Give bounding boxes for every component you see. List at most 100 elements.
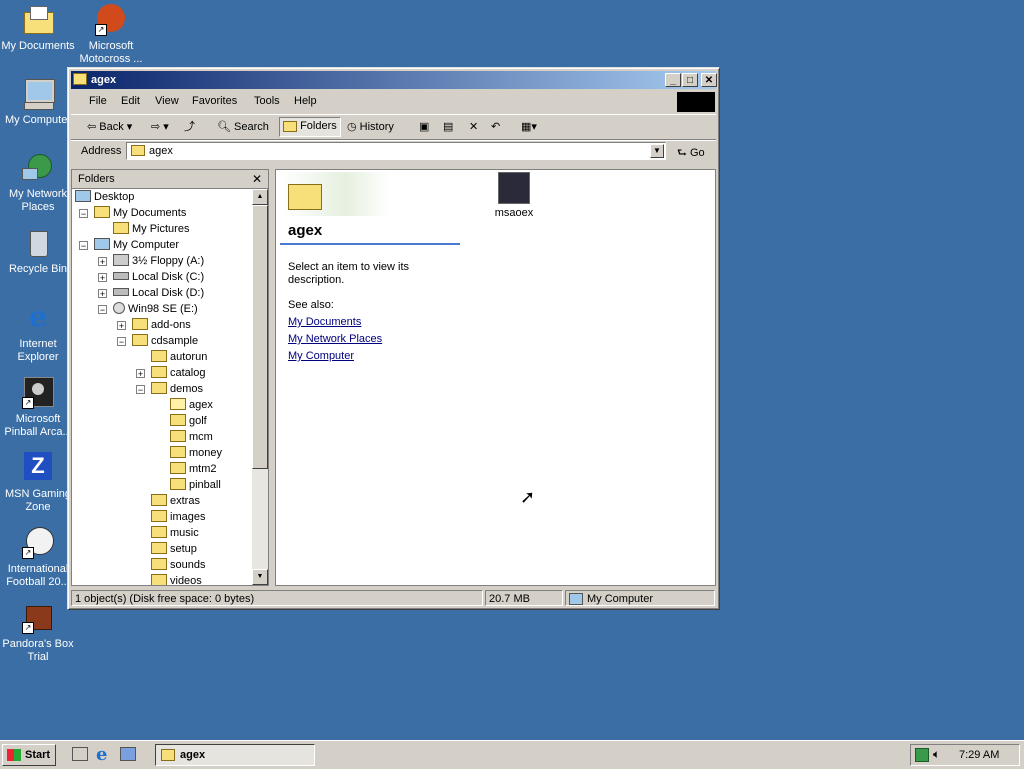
expand-toggle[interactable]: + [98,289,107,299]
tree-item-local-disk-d[interactable]: Local Disk (D:) [113,285,204,301]
close-folders-pane-button[interactable]: ✕ [252,172,262,186]
minimize-button[interactable]: _ [665,73,681,87]
tree-item-cdsample[interactable]: cdsample [132,333,198,349]
folders-button[interactable]: Folders [279,117,341,137]
folders-pane-title: Folders [78,173,115,185]
link-my-computer[interactable]: My Computer [288,350,354,362]
internet-explorer-quicklaunch-icon[interactable]: e [96,744,107,765]
file-item-msaoex[interactable]: msaoex [486,172,542,219]
explorer-window[interactable]: agex _ □ ✕ File Edit View Favorites Tool… [67,67,720,610]
tree-item-extras[interactable]: extras [151,493,200,509]
go-button[interactable]: ⮑ Go [677,144,705,163]
tree-item-catalog[interactable]: catalog [151,365,205,381]
maximize-button[interactable]: □ [682,73,698,87]
search-button[interactable]: 🔍︎ Search [217,119,269,135]
undo-button[interactable]: ↶ [491,119,500,135]
tree-item-my-pictures[interactable]: My Pictures [113,221,189,237]
network-tray-icon[interactable] [915,748,929,762]
link-my-network-places[interactable]: My Network Places [288,333,382,345]
tree-item-autorun[interactable]: autorun [151,349,207,365]
pandoras-box-icon: ↗ [22,602,54,634]
tree-item-sounds[interactable]: sounds [151,557,205,573]
desktop-icon-recycle-bin[interactable]: Recycle Bin [0,227,76,276]
expand-toggle[interactable]: + [98,257,107,267]
collapse-toggle[interactable]: − [79,209,88,219]
collapse-toggle[interactable]: − [117,337,126,347]
channels-quicklaunch-icon[interactable] [120,747,136,761]
tree-item-my-computer[interactable]: My Computer [94,237,179,253]
tree-item-my-documents[interactable]: My Documents [94,205,186,221]
tree-item-floppy[interactable]: 3½ Floppy (A:) [113,253,204,269]
tree-item-desktop[interactable]: Desktop [75,189,134,205]
menu-view[interactable]: View [155,95,179,107]
recycle-bin-icon [22,227,54,259]
tree-item-win98se-e[interactable]: Win98 SE (E:) [113,301,198,317]
history-button[interactable]: ◷ History [347,119,394,135]
up-folder-button[interactable]: ⤴ [184,119,195,135]
delete-button[interactable]: ✕ [469,119,478,135]
hard-drive-icon [113,288,129,297]
folders-scrollbar[interactable]: ▲ ▼ [252,189,268,585]
tree-item-agex[interactable]: agex [170,397,213,413]
tree-item-pinball[interactable]: pinball [170,477,221,493]
desktop-icon-label: Internet Explorer [17,338,59,363]
address-field[interactable]: agex ▼ [126,142,666,160]
expand-toggle[interactable]: + [136,369,145,379]
internet-explorer-icon: e [29,300,47,333]
menu-help[interactable]: Help [294,95,317,107]
tree-item-money[interactable]: money [170,445,222,461]
tree-item-golf[interactable]: golf [170,413,207,429]
collapse-toggle[interactable]: − [136,385,145,395]
address-dropdown-button[interactable]: ▼ [650,144,664,158]
system-tray: 🔈︎ 7:29 AM [910,744,1020,766]
tree-item-videos[interactable]: videos [151,573,202,585]
desktop-icon-international-football[interactable]: ↗ International Football 20... [0,527,76,589]
title-bar[interactable]: agex _ □ ✕ [71,71,717,89]
desktop-icon-my-documents[interactable]: My Documents [0,4,76,53]
collapse-toggle[interactable]: − [98,305,107,315]
menu-tools[interactable]: Tools [254,95,280,107]
expand-toggle[interactable]: + [98,273,107,283]
start-button[interactable]: Start [2,744,56,766]
desktop-icon-label: Pandora's Box Trial [2,638,74,663]
menu-file[interactable]: File [89,95,107,107]
file-label: msaoex [494,207,534,219]
tree-item-local-disk-c[interactable]: Local Disk (C:) [113,269,204,285]
show-desktop-icon[interactable] [72,747,88,761]
views-button[interactable]: ▦▾ [521,119,537,135]
link-my-documents[interactable]: My Documents [288,316,361,328]
clock[interactable]: 7:29 AM [959,749,999,761]
copy-to-button[interactable]: ▤ [443,119,453,135]
menu-edit[interactable]: Edit [121,95,140,107]
tree-item-setup[interactable]: setup [151,541,197,557]
tree-item-music[interactable]: music [151,525,199,541]
scroll-thumb[interactable] [252,205,268,469]
close-button[interactable]: ✕ [701,73,717,87]
desktop-icon-msn-gaming-zone[interactable]: Z MSN Gaming Zone [0,452,76,514]
desktop-icon-my-computer[interactable]: My Computer [0,78,76,127]
scroll-down-button[interactable]: ▼ [252,569,268,585]
volume-icon[interactable]: 🔈︎ [933,747,940,762]
expand-toggle[interactable]: + [117,321,126,331]
desktop-icon-internet-explorer[interactable]: e Internet Explorer [0,302,76,364]
desktop-icon-label: Recycle Bin [8,263,68,275]
tree-item-demos[interactable]: demos [151,381,203,397]
tree-item-mcm[interactable]: mcm [170,429,213,445]
tree-item-images[interactable]: images [151,509,205,525]
description-text: Select an item to view its description. [288,261,410,286]
move-to-button[interactable]: ▣ [419,119,429,135]
forward-button[interactable]: ⇨ ▾ [151,119,169,135]
menu-favorites[interactable]: Favorites [192,95,237,107]
scroll-up-button[interactable]: ▲ [252,189,268,205]
desktop-icon-pinball[interactable]: ↗ Microsoft Pinball Arca... [0,377,76,439]
desktop-icon-motocross[interactable]: ↗ Microsoft Motocross ... [73,4,149,66]
menu-bar: File Edit View Favorites Tools Help [71,91,716,112]
back-button[interactable]: ⇦ Back ▾ [87,119,132,135]
tree-item-add-ons[interactable]: add-ons [132,317,191,333]
tree-item-mtm2[interactable]: mtm2 [170,461,217,477]
desktop-icon-pandoras-box[interactable]: ↗ Pandora's Box Trial [0,602,76,664]
folder-icon [170,446,186,459]
taskbar-button-agex[interactable]: agex [155,744,315,766]
collapse-toggle[interactable]: − [79,241,88,251]
desktop-icon-my-network-places[interactable]: My Network Places [0,152,76,214]
